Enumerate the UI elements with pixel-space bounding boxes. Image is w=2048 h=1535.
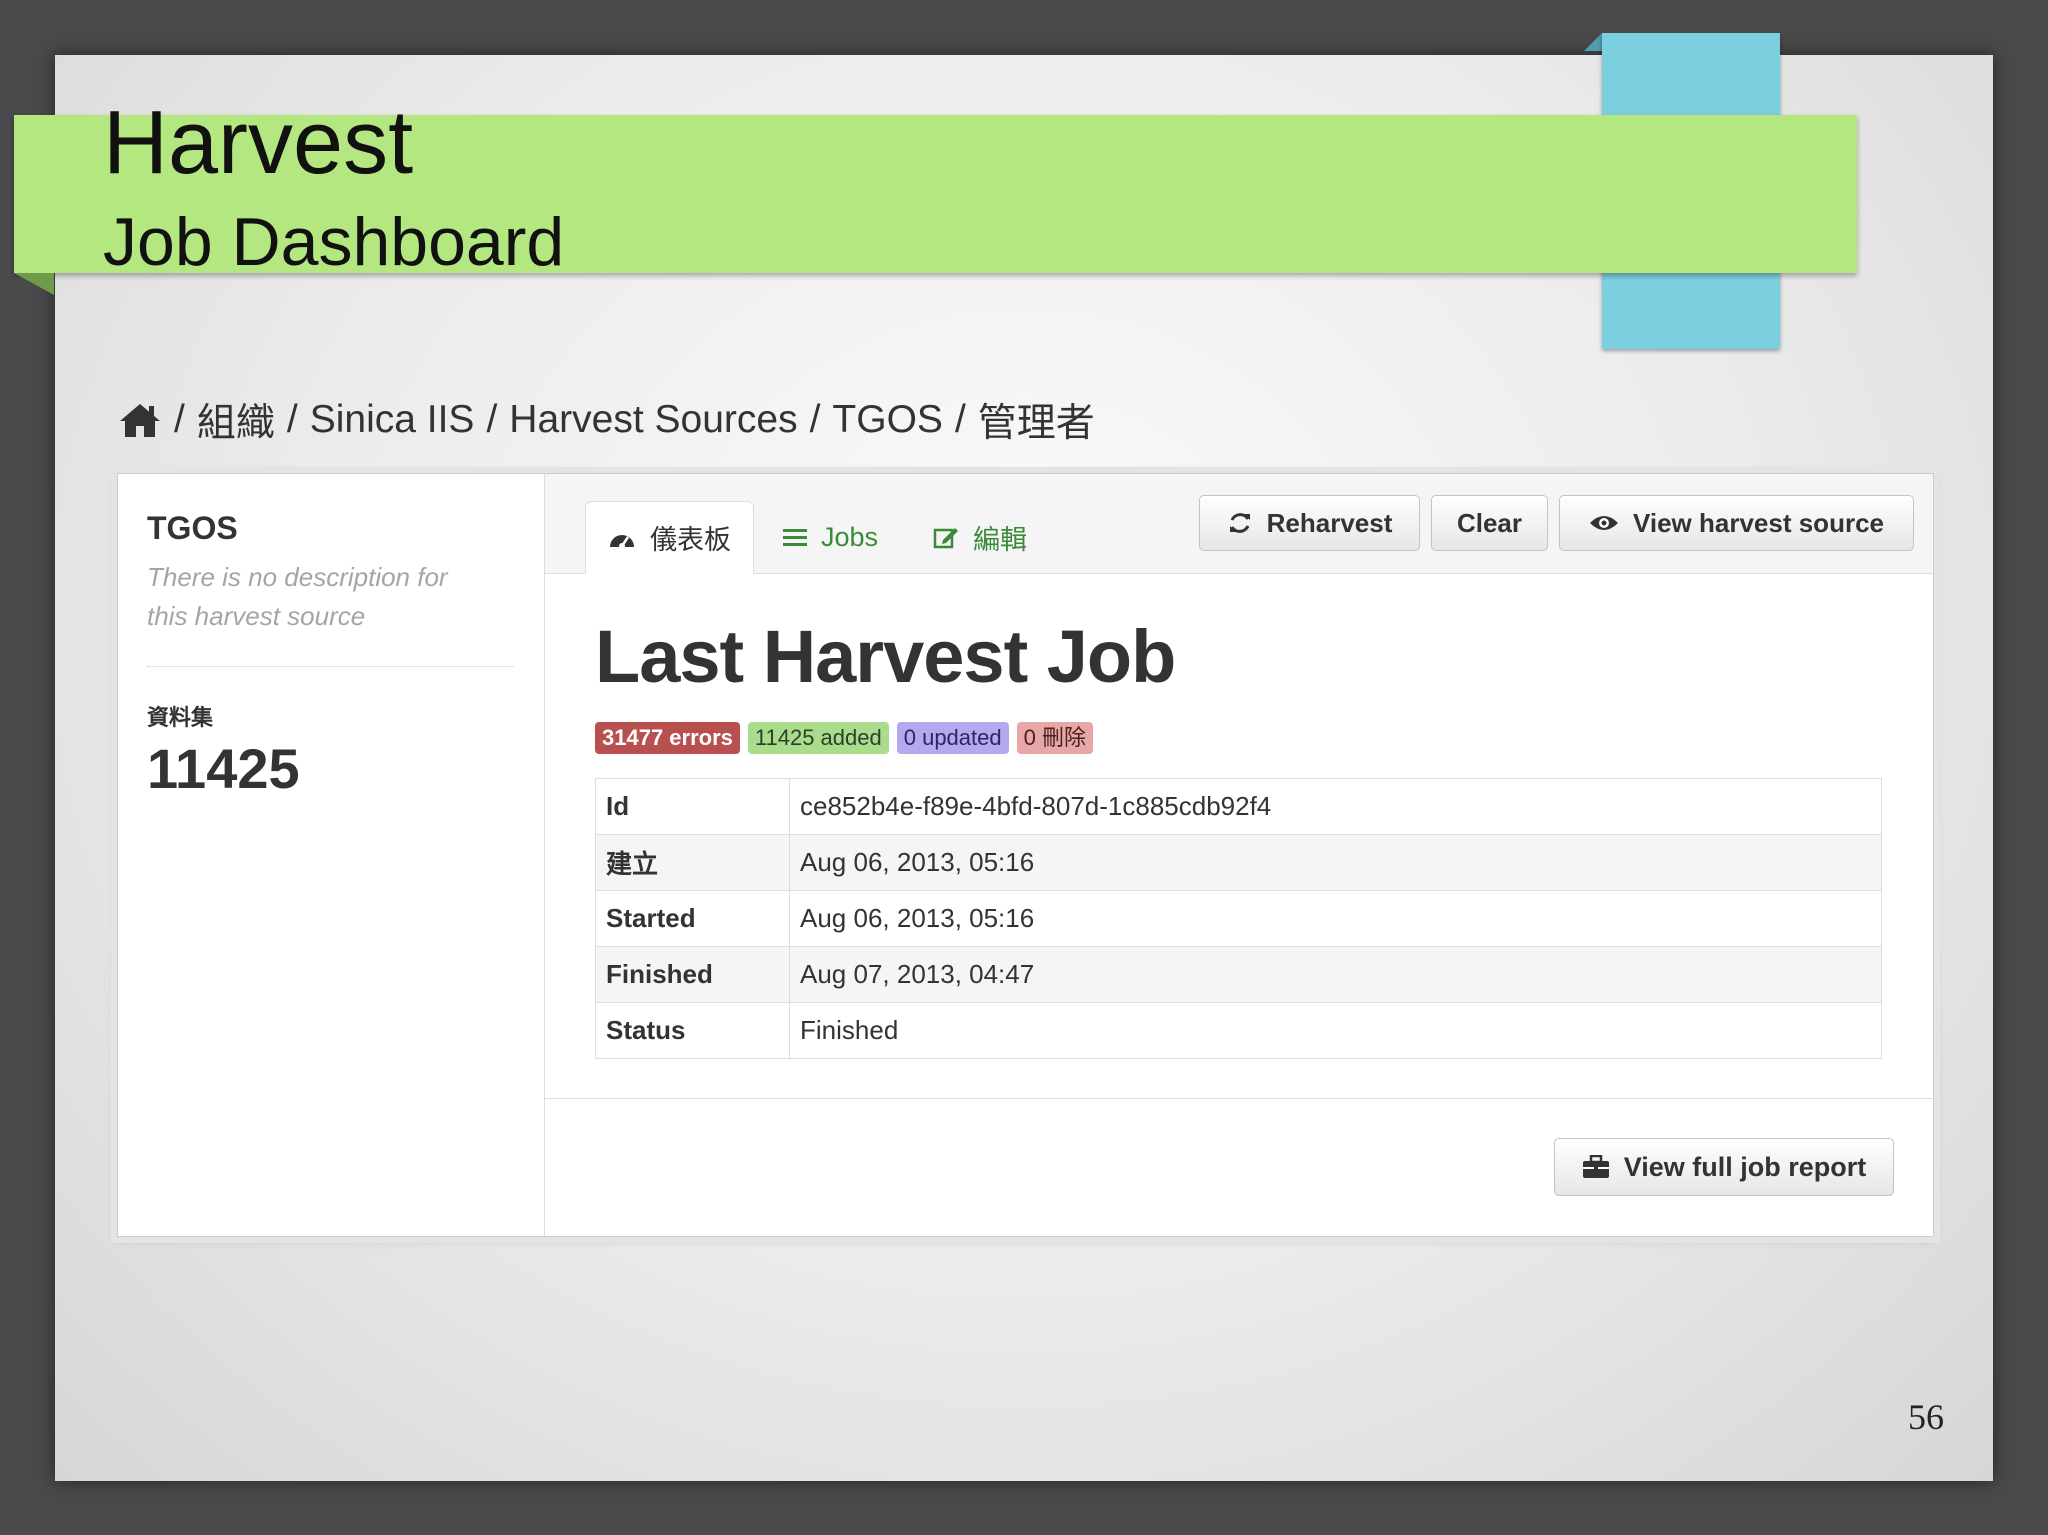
clear-button[interactable]: Clear [1431, 495, 1548, 551]
tab-dashboard-label: 儀表板 [650, 525, 731, 555]
tab-bar: 儀表板 Jobs 編輯 Reharvest Clear View harvest… [545, 474, 1933, 574]
dashboard-icon [608, 527, 636, 549]
blue-tab-fold [1584, 33, 1602, 51]
sidebar-divider [147, 666, 513, 667]
row-key: Id [595, 778, 790, 835]
eye-icon [1589, 513, 1619, 533]
refresh-icon [1227, 510, 1253, 536]
table-row: Started Aug 06, 2013, 05:16 [595, 890, 1882, 947]
row-key: Status [595, 1002, 790, 1059]
job-stats: 31477 errors 11425 added 0 updated 0 刪除 [595, 722, 1093, 754]
view-full-job-report-label: View full job report [1623, 1151, 1867, 1182]
breadcrumb-item-organization[interactable]: 組織 [197, 392, 275, 448]
source-description: There is no description for this harvest… [147, 562, 448, 631]
view-harvest-source-button[interactable]: View harvest source [1559, 495, 1914, 551]
table-row: Finished Aug 07, 2013, 04:47 [595, 946, 1882, 1003]
breadcrumb-separator: / [486, 398, 498, 441]
briefcase-icon [1582, 1155, 1610, 1179]
updated-badge: 0 updated [896, 722, 1009, 754]
reharvest-label: Reharvest [1266, 507, 1393, 538]
breadcrumb-item-admin[interactable]: 管理者 [978, 392, 1095, 448]
breadcrumb-item-tgos[interactable]: TGOS [832, 398, 943, 442]
breadcrumb: / 組織 / Sinica IIS / Harvest Sources / TG… [118, 392, 1095, 448]
row-value: Aug 07, 2013, 04:47 [789, 946, 1882, 1003]
breadcrumb-item-harvest-sources[interactable]: Harvest Sources [509, 398, 797, 442]
view-harvest-source-label: View harvest source [1633, 507, 1884, 538]
row-key: 建立 [595, 834, 790, 891]
clear-label: Clear [1456, 507, 1523, 538]
tab-jobs[interactable]: Jobs [761, 501, 900, 573]
banner-fold [14, 273, 54, 295]
job-heading: Last Harvest Job [595, 615, 1176, 698]
list-icon [783, 527, 807, 547]
row-value: Finished [789, 1002, 1882, 1059]
errors-badge: 31477 errors [595, 722, 740, 754]
breadcrumb-separator: / [174, 398, 185, 441]
source-title: TGOS [147, 510, 238, 546]
reharvest-button[interactable]: Reharvest [1199, 495, 1420, 551]
main-content: 儀表板 Jobs 編輯 Reharvest Clear View harvest… [545, 474, 1933, 1236]
slide-title: Harvest [103, 93, 414, 193]
row-value: Aug 06, 2013, 05:16 [789, 834, 1882, 891]
tab-jobs-label: Jobs [821, 521, 879, 552]
datasets-count: 11425 [147, 737, 300, 800]
breadcrumb-separator: / [286, 398, 298, 441]
harvest-panel: TGOS There is no description for this ha… [117, 473, 1934, 1237]
view-full-job-report-button[interactable]: View full job report [1554, 1138, 1894, 1196]
row-value: Aug 06, 2013, 05:16 [789, 890, 1882, 947]
row-value: ce852b4e-f89e-4bfd-807d-1c885cdb92f4 [789, 778, 1882, 835]
table-row: Id ce852b4e-f89e-4bfd-807d-1c885cdb92f4 [595, 778, 1882, 835]
home-icon[interactable] [118, 401, 162, 439]
added-badge: 11425 added [747, 722, 889, 754]
edit-icon [933, 525, 959, 549]
page-number: 56 [1908, 1397, 1944, 1437]
deleted-badge: 0 刪除 [1016, 722, 1093, 754]
breadcrumb-item-sinica-iis[interactable]: Sinica IIS [310, 398, 475, 442]
panel-footer-divider [545, 1098, 1933, 1099]
job-details-table: Id ce852b4e-f89e-4bfd-807d-1c885cdb92f4 … [595, 778, 1882, 1059]
row-key: Started [595, 890, 790, 947]
source-sidebar: TGOS There is no description for this ha… [118, 474, 545, 1236]
table-row: Status Finished [595, 1002, 1882, 1059]
breadcrumb-separator: / [809, 398, 821, 441]
table-row: 建立 Aug 06, 2013, 05:16 [595, 834, 1882, 891]
slide-subtitle: Job Dashboard [103, 204, 565, 280]
tab-edit-label: 編輯 [973, 524, 1027, 555]
tab-dashboard[interactable]: 儀表板 [585, 501, 754, 574]
datasets-label: 資料集 [147, 705, 214, 730]
breadcrumb-separator: / [954, 398, 966, 441]
row-key: Finished [595, 946, 790, 1003]
tab-edit[interactable]: 編輯 [911, 501, 1049, 573]
